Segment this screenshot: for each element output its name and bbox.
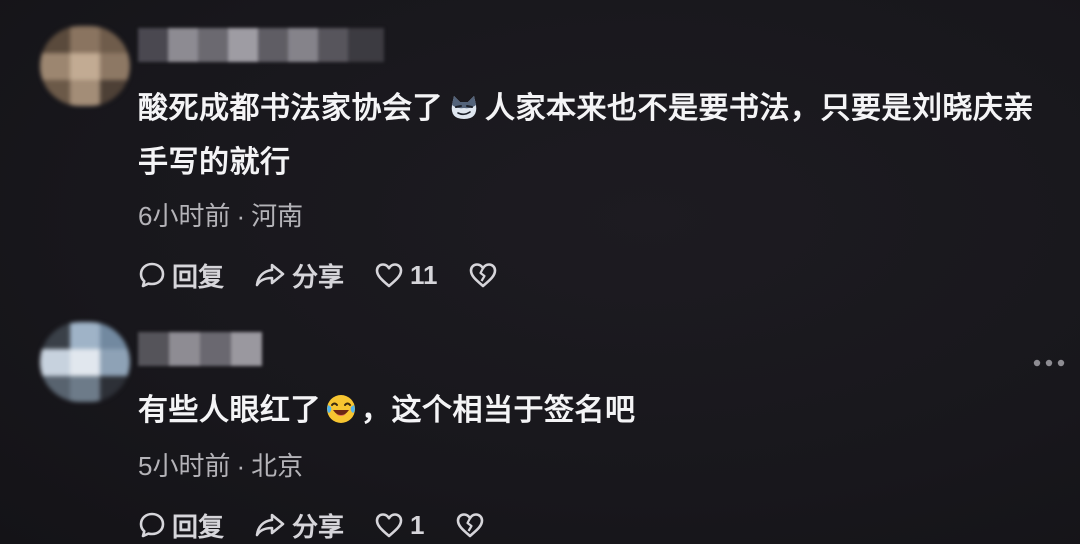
meta-separator: · <box>236 451 246 481</box>
meta-separator: · <box>236 201 246 231</box>
share-button[interactable]: 分享 <box>254 257 344 294</box>
heart-icon <box>375 263 403 288</box>
comment-item: 酸死成都书法家协会了 人家本来也不是要书法，只要是刘晓庆亲手写的就行 6小时前 ·… <box>0 0 1080 310</box>
comment-text-part: 有些人眼红了 <box>138 394 321 427</box>
avatar[interactable] <box>40 26 130 106</box>
more-dots-icon[interactable] <box>1032 358 1066 368</box>
share-label: 分享 <box>292 511 345 542</box>
reply-label: 回复 <box>172 511 225 542</box>
share-arrow-icon <box>255 263 285 287</box>
username-blurred[interactable] <box>138 28 384 62</box>
comment-location: 河南 <box>251 201 304 231</box>
comment-text: 酸死成都书法家协会了 人家本来也不是要书法，只要是刘晓庆亲手写的就行 <box>138 82 1058 190</box>
dislike-button[interactable] <box>468 261 504 289</box>
share-arrow-icon <box>255 513 285 537</box>
heart-icon <box>375 513 403 538</box>
broken-heart-icon <box>469 263 496 288</box>
comment-bubble-icon <box>139 512 165 538</box>
share-button[interactable]: 分享 <box>254 507 344 544</box>
dislike-button[interactable] <box>455 511 491 539</box>
comment-time: 6小时前 <box>138 201 231 231</box>
laughing-crying-icon <box>327 395 355 423</box>
comment-item: 有些人眼红了 ，这个相当于签名吧 5小时前 · 北京 回复 分享 1 <box>0 310 1080 544</box>
username-blurred[interactable] <box>138 332 262 366</box>
like-count: 1 <box>410 509 425 540</box>
like-count: 11 <box>410 259 438 290</box>
comment-meta: 5小时前 · 北京 <box>138 446 303 483</box>
share-label: 分享 <box>292 261 345 292</box>
comment-text-part: 酸死成都书法家协会了 <box>138 92 443 125</box>
reply-button[interactable]: 回复 <box>138 257 224 294</box>
comment-text-part: ，这个相当于签名吧 <box>361 394 636 427</box>
like-button[interactable]: 1 <box>374 509 425 541</box>
broken-heart-icon <box>456 513 483 538</box>
smirk-cat-icon <box>451 96 477 119</box>
comment-actions: 回复 分享 11 <box>138 258 534 292</box>
like-button[interactable]: 11 <box>374 260 438 291</box>
comment-meta: 6小时前 · 河南 <box>138 196 303 233</box>
comment-actions: 回复 分享 1 <box>138 508 521 542</box>
reply-label: 回复 <box>172 261 225 292</box>
comment-location: 北京 <box>251 451 304 481</box>
comment-text: 有些人眼红了 ，这个相当于签名吧 <box>138 384 1058 438</box>
avatar[interactable] <box>40 322 130 402</box>
comment-bubble-icon <box>139 262 165 288</box>
reply-button[interactable]: 回复 <box>138 507 224 544</box>
comment-time: 5小时前 <box>138 451 231 481</box>
